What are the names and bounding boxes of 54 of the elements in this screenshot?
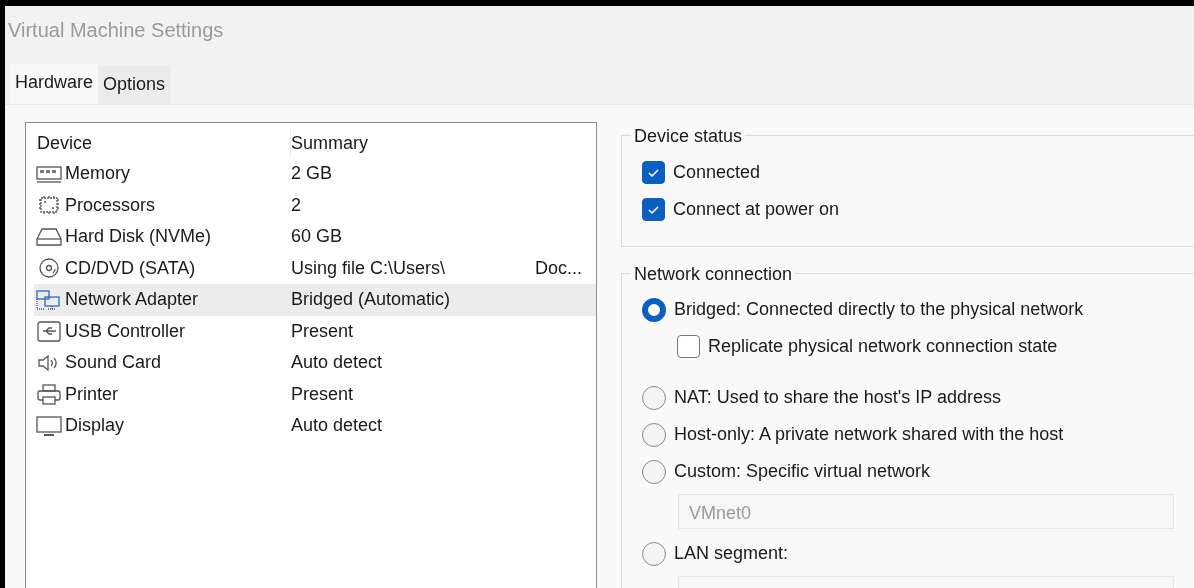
device-row[interactable]: Printer Present [34, 378, 596, 410]
radio-button[interactable] [642, 422, 666, 447]
device-summary: Auto detect [291, 351, 383, 375]
radio-button[interactable] [642, 541, 666, 566]
device-name: CD/DVD (SATA) [65, 256, 196, 280]
device-row[interactable]: USB Controller Present [34, 315, 596, 347]
device-name: Network Adapter [65, 288, 199, 312]
device-name: Printer [65, 382, 118, 406]
radio-button[interactable] [642, 459, 666, 484]
tab[interactable]: Options [98, 66, 171, 104]
device-name: USB Controller [65, 319, 186, 343]
radio-button[interactable] [642, 297, 666, 322]
device-summary: Bridged (Automatic) [291, 288, 451, 312]
device-row[interactable]: Sound Card Auto detect [34, 347, 596, 379]
checkbox-label: Connect at power on [673, 198, 840, 221]
radio-label: NAT: Used to share the host's IP address [674, 386, 1001, 409]
device-row[interactable]: Display Auto detect [34, 410, 596, 442]
device-summary: Doc... [535, 256, 582, 280]
check-icon [647, 167, 660, 178]
radio-label: Custom: Specific virtual network [674, 460, 931, 483]
tab[interactable]: Hardware [10, 64, 99, 104]
checkbox[interactable] [642, 161, 665, 184]
column-header: Device [37, 131, 93, 155]
printer-icon [34, 383, 64, 406]
device-row[interactable]: CD/DVD (SATA) Using file C:\Users\ Doc... [34, 252, 596, 284]
checkbox-label: Connected [673, 161, 761, 184]
check-icon [647, 204, 660, 215]
window-title: Virtual Machine Settings [7, 18, 225, 43]
device-row[interactable]: Processors 2 [34, 189, 596, 221]
column-header: Summary [291, 131, 368, 155]
device-name: Memory [65, 162, 130, 186]
device-summary: 2 GB [291, 162, 333, 186]
radio-label: LAN segment: [674, 542, 789, 565]
device-summary: Auto detect [291, 414, 383, 438]
device-summary: 60 GB [291, 225, 343, 249]
device-row[interactable]: Network Adapter Bridged (Automatic) [34, 284, 596, 316]
checkbox-label: Replicate physical network connection state [708, 335, 1058, 358]
device-summary: Using file C:\Users\ [291, 256, 446, 280]
device-summary: Present [291, 319, 354, 343]
radio-button[interactable] [642, 385, 666, 410]
usb-icon [34, 320, 64, 343]
device-name: Sound Card [65, 351, 162, 375]
device-name: Display [65, 414, 125, 438]
radio-label: Host-only: A private network shared with the host [674, 423, 1064, 446]
device-row[interactable]: Hard Disk (NVMe) 60 GB [34, 221, 596, 253]
device-name: Hard Disk (NVMe) [65, 225, 211, 249]
device-summary: Present [291, 382, 354, 406]
device-name: Processors [65, 193, 156, 217]
radio-label: Bridged: Connected directly to the physical network [674, 298, 1084, 321]
device-row[interactable]: Memory 2 GB [34, 158, 596, 190]
checkbox[interactable] [677, 335, 700, 358]
monitor-icon [34, 414, 64, 437]
checkbox[interactable] [642, 198, 665, 221]
device-summary: 2 [291, 193, 301, 217]
